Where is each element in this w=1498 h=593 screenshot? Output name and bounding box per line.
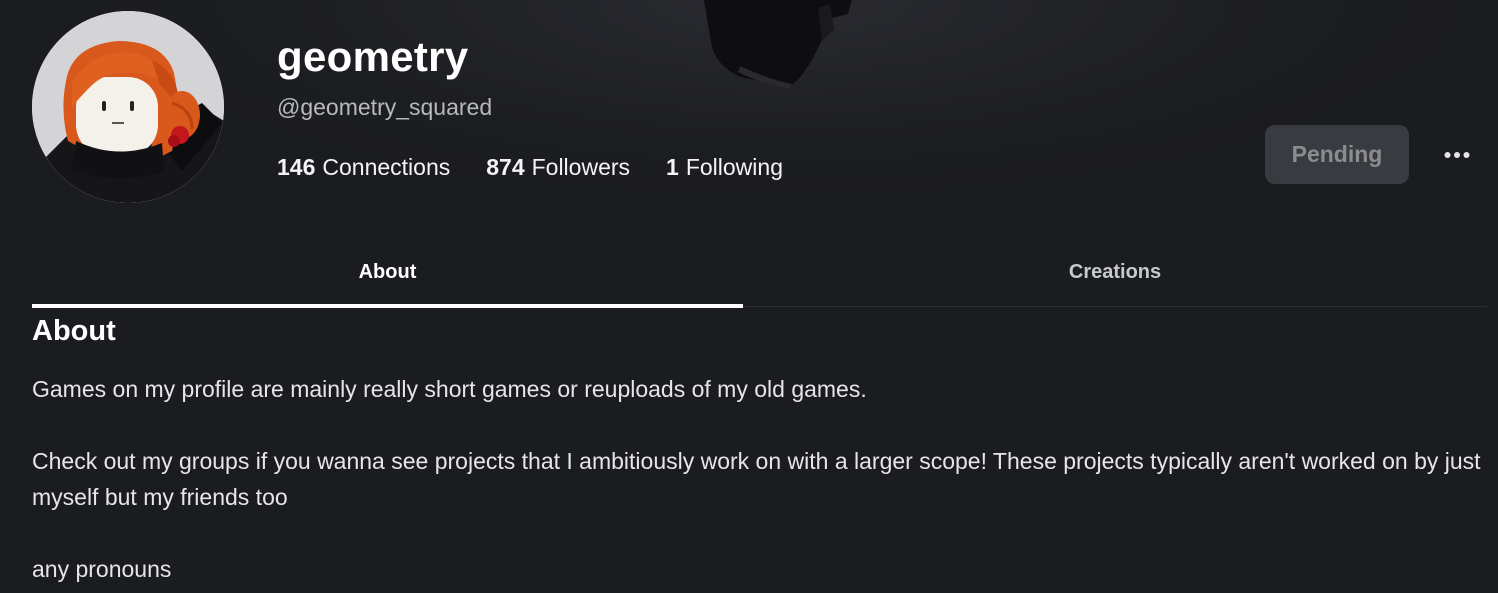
active-tab-indicator xyxy=(32,304,743,308)
pending-button[interactable]: Pending xyxy=(1265,125,1409,184)
more-options-button[interactable] xyxy=(1436,138,1478,172)
roblox-avatar-icon xyxy=(32,11,224,203)
connections-count: 146 xyxy=(277,154,316,180)
banner-avatar-silhouette xyxy=(704,0,852,88)
followers-link[interactable]: 874 Followers xyxy=(486,154,630,181)
followers-count: 874 xyxy=(486,154,525,180)
profile-page: geometry @geometry_squared 146 Connection… xyxy=(0,0,1498,593)
connections-link[interactable]: 146 Connections xyxy=(277,154,450,181)
following-label: Following xyxy=(685,154,783,180)
about-heading: About xyxy=(32,315,116,347)
avatar[interactable] xyxy=(32,11,224,203)
profile-tabs: About Creations xyxy=(32,240,1487,308)
tab-about[interactable]: About xyxy=(32,240,743,304)
profile-stats: 146 Connections 874 Followers 1 Following xyxy=(277,154,783,181)
display-name: geometry xyxy=(277,33,469,80)
ellipsis-icon xyxy=(1444,152,1470,158)
tab-creations[interactable]: Creations xyxy=(743,240,1487,304)
username: @geometry_squared xyxy=(277,94,493,120)
about-paragraph: any pronouns xyxy=(32,556,172,582)
about-paragraph: Check out my groups if you wanna see pro… xyxy=(32,448,1481,510)
about-paragraph: Games on my profile are mainly really sh… xyxy=(32,376,867,402)
followers-label: Followers xyxy=(531,154,631,180)
connections-label: Connections xyxy=(322,154,451,180)
about-description: Games on my profile are mainly really sh… xyxy=(32,371,1482,587)
following-link[interactable]: 1 Following xyxy=(666,154,783,181)
following-count: 1 xyxy=(666,154,679,180)
